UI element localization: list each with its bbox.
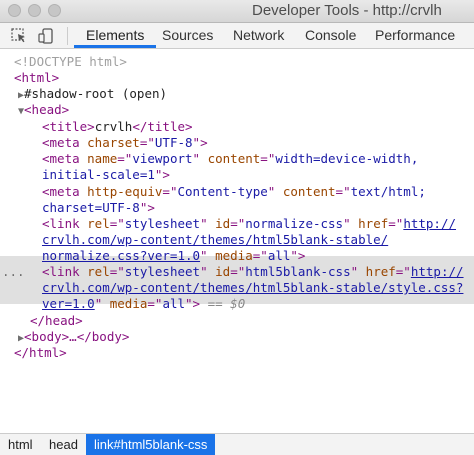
attr-value: Content-type — [177, 184, 268, 199]
dom-node-meta-http-equiv[interactable]: <meta http-equiv="Content-type" content=… — [42, 184, 474, 200]
attr-value: initial-scale=1 — [42, 167, 155, 182]
dom-node-link-normalize-cont1: crvlh.com/wp-content/themes/html5blank-s… — [42, 232, 474, 248]
selected-marker: == $0 — [207, 296, 246, 311]
attr-value: viewport — [132, 151, 193, 166]
dom-node-doctype[interactable]: <!DOCTYPE html> — [14, 54, 474, 70]
dom-node-head-close[interactable]: </head> — [30, 313, 474, 329]
href-link[interactable]: crvlh.com/wp-content/themes/html5blank-s… — [42, 280, 463, 295]
inspect-element-icon[interactable] — [10, 27, 28, 45]
window-title: Developer Tools - http://crvlh — [252, 2, 442, 19]
zoom-window-button[interactable] — [48, 4, 61, 17]
attr-value: all — [162, 296, 186, 311]
dom-node-link-html5blank[interactable]: ... <link rel="stylesheet" id="html5blan… — [0, 264, 474, 280]
breadcrumb-html[interactable]: html — [8, 434, 33, 455]
doctype-text: <!DOCTYPE html> — [14, 54, 127, 69]
attr-value: html5blank-css — [245, 264, 351, 279]
dom-node-meta-charset[interactable]: <meta charset="UTF-8"> — [42, 135, 474, 151]
active-tab-indicator — [74, 45, 156, 48]
device-toolbar-icon[interactable] — [37, 27, 55, 45]
dom-node-link-normalize[interactable]: <link rel="stylesheet" id="normalize-css… — [42, 216, 474, 232]
attr-value: stylesheet — [124, 216, 201, 231]
href-link[interactable]: http:// — [411, 264, 464, 279]
close-window-button[interactable] — [8, 4, 21, 17]
dom-node-html[interactable]: <html> — [14, 70, 474, 86]
attr-name: content — [282, 184, 336, 199]
body-collapsed-tag: <body>…</body> — [24, 329, 130, 344]
attr-value: normalize-css — [245, 216, 344, 231]
minimize-window-button[interactable] — [28, 4, 41, 17]
window-title-bar: Developer Tools - http://crvlh — [0, 0, 474, 23]
dom-node-link-html5blank-cont1: crvlh.com/wp-content/themes/html5blank-s… — [42, 280, 474, 296]
breadcrumb: html head link#html5blank-css — [0, 433, 474, 455]
dom-node-body[interactable]: ▶<body>…</body> — [18, 329, 474, 345]
head-open-tag: <head> — [24, 102, 70, 117]
html-open-tag: <html> — [14, 70, 60, 85]
dom-node-meta-viewport-cont: initial-scale=1"> — [42, 167, 170, 182]
toolbar-divider — [67, 27, 68, 45]
attr-value: text/html; — [350, 184, 426, 199]
shadow-root-text: #shadow-root (open) — [24, 86, 168, 101]
breadcrumb-link-html5blank-css[interactable]: link#html5blank-css — [86, 434, 216, 455]
title-close-tag: </title> — [132, 119, 193, 134]
breadcrumb-head[interactable]: head — [49, 434, 78, 455]
tab-network[interactable]: Network — [233, 23, 284, 48]
href-link[interactable]: http:// — [403, 216, 456, 231]
dom-node-shadow-root[interactable]: ▶#shadow-root (open) — [18, 86, 474, 102]
dom-node-link-html5blank-cont2: ver=1.0" media="all"> == $0 — [42, 296, 246, 311]
title-text: crvlh — [94, 119, 133, 134]
dom-node-link-normalize-cont2: normalize.css?ver=1.0" media="all"> — [42, 248, 306, 263]
attr-value: width=device-width, — [275, 151, 419, 166]
dom-node-meta-viewport[interactable]: <meta name="viewport" content="width=dev… — [42, 151, 474, 167]
head-close-tag: </head> — [30, 313, 83, 328]
attr-value: charset=UTF-8 — [42, 200, 140, 215]
devtools-toolbar: Elements Sources Network Console Perform… — [0, 23, 474, 49]
dom-node-head[interactable]: ▼<head> — [18, 102, 474, 118]
href-link[interactable]: normalize.css?ver=1.0 — [42, 248, 200, 263]
href-link[interactable]: crvlh.com/wp-content/themes/html5blank-s… — [42, 232, 388, 247]
tab-performance[interactable]: Performance — [375, 23, 455, 48]
tab-console[interactable]: Console — [305, 23, 356, 48]
attr-name: content — [207, 151, 261, 166]
href-link[interactable]: ver=1.0 — [42, 296, 95, 311]
node-actions-ellipsis[interactable]: ... — [2, 264, 25, 280]
html-close-tag: </html> — [14, 345, 67, 360]
attr-value: UTF-8 — [154, 135, 193, 150]
dom-node-html-close[interactable]: </html> — [14, 345, 474, 361]
tab-sources[interactable]: Sources — [162, 23, 213, 48]
attr-value: stylesheet — [124, 264, 201, 279]
dom-node-title[interactable]: <title>crvlh</title> — [42, 119, 474, 135]
attr-value: all — [267, 248, 291, 263]
attr-name: http-equiv — [87, 184, 163, 199]
title-open-tag: <title> — [42, 119, 95, 134]
attr-name: charset — [87, 135, 140, 150]
dom-node-meta-http-equiv-cont: charset=UTF-8"> — [42, 200, 155, 215]
attr-name: name — [87, 151, 118, 166]
